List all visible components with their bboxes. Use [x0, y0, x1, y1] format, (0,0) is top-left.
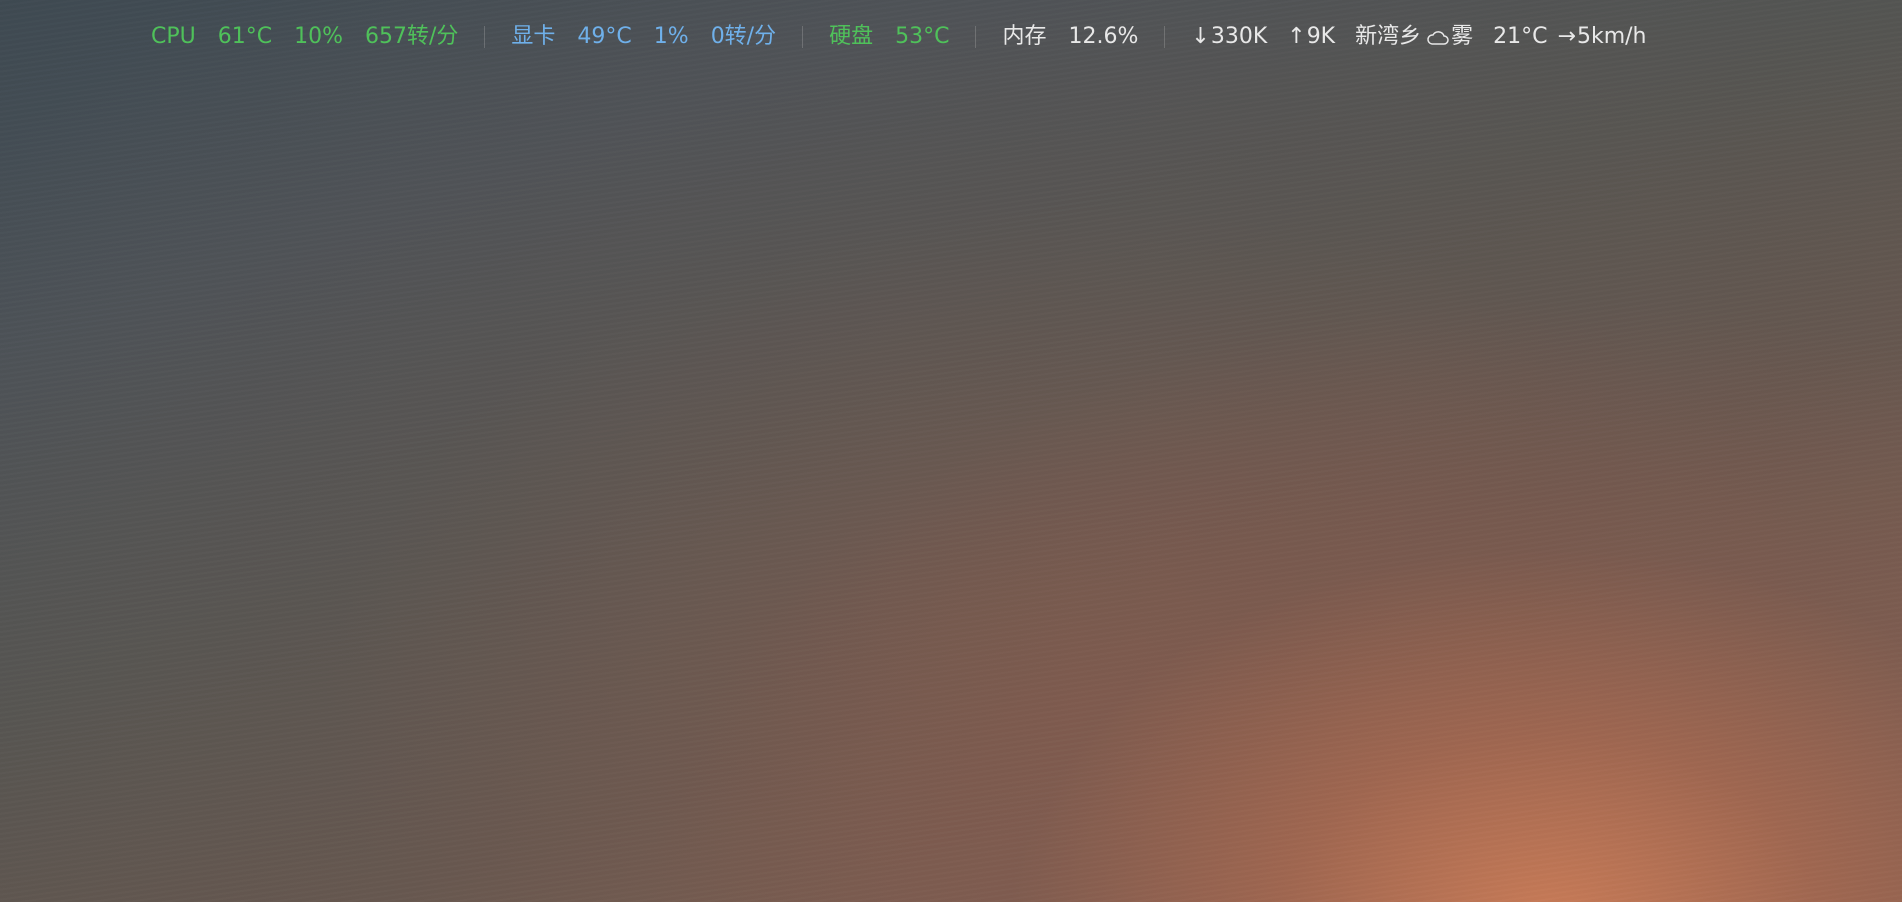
cpu-fan-speed: 657转/分 [365, 24, 459, 49]
memory-label: 内存 [1002, 24, 1047, 49]
disk-temperature: 53°C [895, 24, 950, 49]
gpu-temperature: 49°C [577, 24, 632, 49]
arrow-up-icon: ↑ [1287, 24, 1306, 49]
gpu-label: 显卡 [511, 24, 556, 49]
weather-condition: 雾 [1451, 24, 1474, 49]
divider [802, 26, 804, 48]
disk-label: 硬盘 [829, 24, 874, 49]
system-monitor-bar: CPU 61°C 10% 657转/分 显卡 49°C 1% 0转/分 硬盘 5… [151, 20, 1646, 54]
wind-speed: 5km/h [1576, 24, 1647, 49]
cpu-group: CPU 61°C 10% 657转/分 [151, 20, 458, 54]
cloud-icon [1427, 29, 1449, 47]
weather-group: 新湾乡 雾 21°C → 5km/h [1355, 20, 1646, 54]
weather-location: 新湾乡 [1355, 24, 1422, 49]
cpu-usage: 10% [294, 24, 343, 49]
arrow-right-icon: → [1557, 24, 1576, 49]
divider [484, 26, 486, 48]
upload-speed: 9K [1306, 24, 1336, 49]
network-group: ↓ 330K ↑ 9K [1191, 20, 1335, 54]
divider [975, 26, 977, 48]
cpu-label: CPU [151, 24, 196, 49]
cpu-temperature: 61°C [217, 24, 273, 49]
memory-group: 内存 12.6% [1002, 20, 1138, 54]
gpu-usage: 1% [653, 24, 689, 49]
weather-temperature: 21°C [1493, 24, 1548, 49]
download-speed: 330K [1210, 24, 1268, 49]
arrow-down-icon: ↓ [1191, 24, 1210, 49]
memory-usage: 12.6% [1068, 24, 1139, 49]
desktop-wallpaper [0, 0, 1902, 902]
disk-group: 硬盘 53°C [829, 20, 949, 54]
gpu-group: 显卡 49°C 1% 0转/分 [511, 20, 776, 54]
gpu-fan-speed: 0转/分 [710, 24, 777, 49]
divider [1164, 26, 1166, 48]
